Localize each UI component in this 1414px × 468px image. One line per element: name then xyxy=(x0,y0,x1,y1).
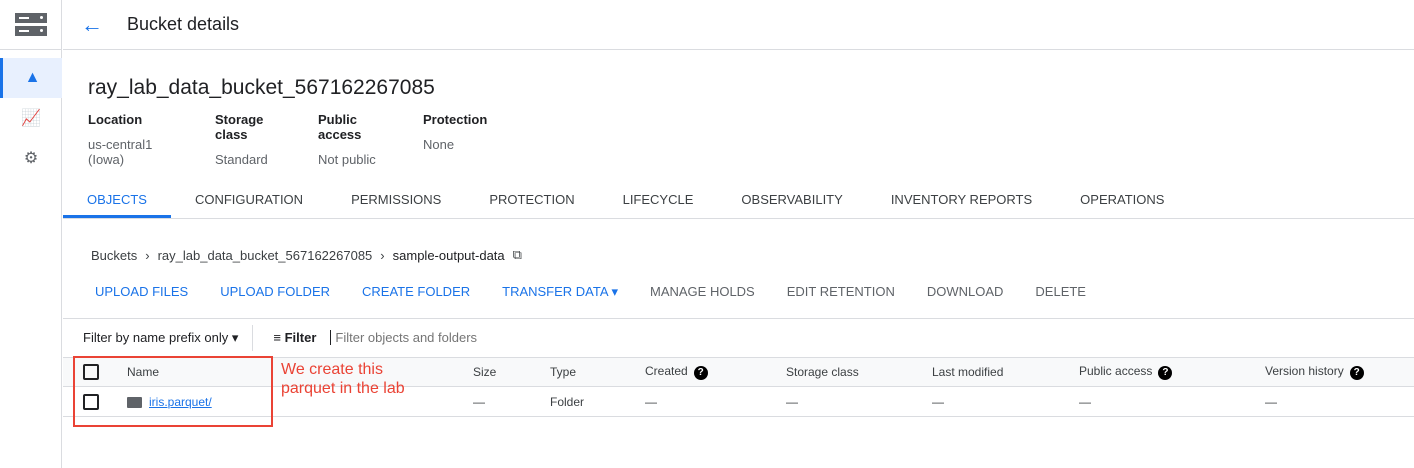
tab-protection[interactable]: PROTECTION xyxy=(465,182,598,218)
bucket-nav-icon[interactable]: ▲ xyxy=(0,58,62,98)
help-icon[interactable]: ? xyxy=(1158,366,1173,380)
tab-observability[interactable]: OBSERVABILITY xyxy=(717,182,866,218)
tab-operations[interactable]: OPERATIONS xyxy=(1056,182,1188,218)
tab-configuration[interactable]: CONFIGURATION xyxy=(171,182,327,218)
meta-value: Standard xyxy=(215,152,268,167)
filter-text: Filter xyxy=(284,330,317,345)
meta-value: None xyxy=(423,137,455,152)
create-folder-button[interactable]: CREATE FOLDER xyxy=(362,284,470,300)
bucket-name: ray_lab_data_bucket_567162267085 xyxy=(88,76,435,99)
upload-folder-button[interactable]: UPLOAD FOLDER xyxy=(220,284,330,300)
tab-lifecycle[interactable]: LIFECYCLE xyxy=(599,182,718,218)
cell-public-access: — xyxy=(1079,386,1265,417)
filter-label: ≡ Filter xyxy=(273,330,316,345)
help-icon[interactable]: ? xyxy=(693,366,708,380)
action-bar: UPLOAD FILES UPLOAD FOLDER CREATE FOLDER… xyxy=(95,284,1086,300)
col-type[interactable]: Type xyxy=(550,357,645,387)
cell-type: Folder xyxy=(550,386,645,417)
filter-icon: ≡ xyxy=(273,330,281,345)
transfer-data-label: TRANSFER DATA xyxy=(502,284,608,299)
col-storage-class[interactable]: Storage class xyxy=(786,357,932,387)
page-title: Bucket details xyxy=(127,14,240,34)
storage-logo-icon xyxy=(15,13,47,37)
cell-last-modified: — xyxy=(932,386,1079,417)
help-icon[interactable]: ? xyxy=(1349,366,1364,380)
meta-value: us-central1 (Iowa) xyxy=(88,137,153,167)
cell-size: — xyxy=(473,386,550,417)
tab-permissions[interactable]: PERMISSIONS xyxy=(327,182,465,218)
edit-retention-button[interactable]: EDIT RETENTION xyxy=(787,284,895,300)
settings-nav-icon[interactable]: ⚙ xyxy=(0,138,62,178)
col-last-modified[interactable]: Last modified xyxy=(932,357,1079,387)
caret-down-icon: ▾ xyxy=(611,284,618,299)
cell-created: — xyxy=(645,386,786,417)
filter-prefix-label: Filter by name prefix only xyxy=(83,330,229,345)
tab-bar: OBJECTS CONFIGURATION PERMISSIONS PROTEC… xyxy=(63,182,1414,219)
left-rail: ▲ 📈 ⚙ xyxy=(0,0,62,468)
chevron-right-icon: › xyxy=(380,247,385,263)
meta-value: Not public xyxy=(318,152,376,167)
col-created[interactable]: Created xyxy=(645,364,688,378)
filter-bar: Filter by name prefix only ▾ ≡ Filter xyxy=(63,318,1414,356)
breadcrumb: Buckets › ray_lab_data_bucket_5671622670… xyxy=(91,247,522,263)
monitoring-nav-icon[interactable]: 📈 xyxy=(0,98,62,138)
col-version-history[interactable]: Version history xyxy=(1265,364,1344,378)
annotation-box xyxy=(73,356,273,427)
breadcrumb-buckets[interactable]: Buckets xyxy=(91,248,137,263)
transfer-data-button[interactable]: TRANSFER DATA ▾ xyxy=(502,284,618,300)
breadcrumb-bucket[interactable]: ray_lab_data_bucket_567162267085 xyxy=(158,248,373,263)
meta-label: Location xyxy=(88,112,143,127)
manage-holds-button[interactable]: MANAGE HOLDS xyxy=(650,284,755,300)
caret-down-icon: ▾ xyxy=(231,329,239,345)
meta-label: Public access xyxy=(318,112,362,142)
copy-icon[interactable]: ⧉ xyxy=(513,247,522,263)
download-button[interactable]: DOWNLOAD xyxy=(927,284,1004,300)
col-size[interactable]: Size xyxy=(473,357,550,387)
tab-objects[interactable]: OBJECTS xyxy=(63,182,171,218)
filter-input[interactable] xyxy=(330,330,631,345)
filter-prefix-dropdown[interactable]: Filter by name prefix only ▾ xyxy=(83,324,254,351)
delete-button[interactable]: DELETE xyxy=(1035,284,1086,300)
top-bar: ← Bucket details xyxy=(63,0,1414,50)
meta-label: Protection xyxy=(423,112,488,127)
chevron-right-icon: › xyxy=(145,247,150,263)
back-arrow-icon[interactable]: ← xyxy=(81,12,121,38)
bucket-meta: Location us-central1 (Iowa) Storage class… xyxy=(88,112,511,167)
breadcrumb-folder: sample-output-data xyxy=(392,247,505,263)
meta-label: Storage class xyxy=(215,112,264,142)
upload-files-button[interactable]: UPLOAD FILES xyxy=(95,284,188,300)
cell-storage-class: — xyxy=(786,386,932,417)
cell-version-history: — xyxy=(1265,386,1414,417)
col-public-access[interactable]: Public access xyxy=(1079,364,1152,378)
annotation-text: We create this parquet in the lab xyxy=(281,361,405,397)
tab-inventory-reports[interactable]: INVENTORY REPORTS xyxy=(867,182,1056,218)
